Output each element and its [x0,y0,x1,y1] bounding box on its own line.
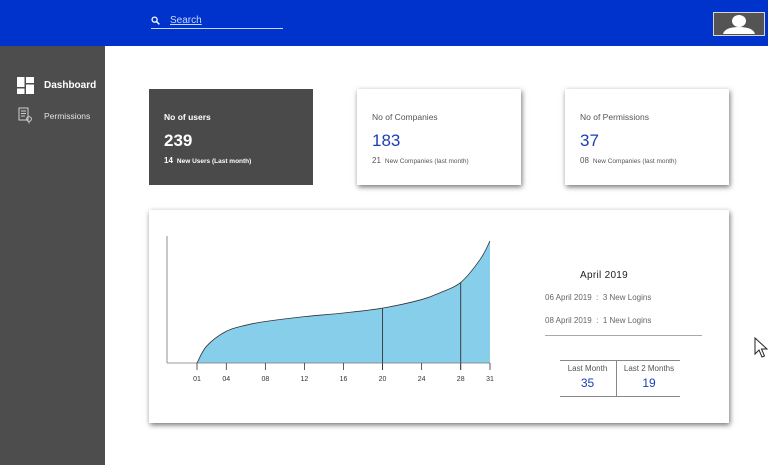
card-value: 239 [164,131,193,150]
search-icon [151,15,160,25]
card-title: No of users [164,112,211,122]
card-title: No of Companies [372,112,438,122]
stat-last-month: Last Month 35 [560,361,615,396]
login-entry: 08 April 2019 : 1 New Logins [545,316,651,325]
users-card: No of users 239 14 New Users (Last month) [149,89,313,185]
x-tick-label: 31 [486,376,494,383]
divider [545,335,702,336]
x-tick-label: 24 [418,376,426,383]
mouse-cursor-icon [754,337,768,358]
permissions-icon [18,107,32,124]
login-separator: : [596,293,599,302]
card-title: No of Permissions [580,112,649,122]
card-sub-label: New Companies (last month) [592,158,677,165]
dashboard-icon [17,77,34,94]
x-tick-label: 16 [340,376,348,383]
stat-value: 19 [642,376,656,390]
user-avatar-icon [723,15,755,34]
companies-card: No of Companies 183 21 New Companies (las… [357,89,521,185]
card-sub-count: 14 [164,156,173,165]
user-avatar-button[interactable] [713,12,765,36]
card-subtext: 14 New Users (Last month) [164,156,251,165]
login-entry: 06 April 2019 : 3 New Logins [545,293,651,302]
detail-title: April 2019 [580,270,629,281]
login-separator: : [596,316,599,325]
card-subtext: 08 New Companies (last month) [580,156,677,165]
login-text: 3 New Logins [602,293,652,302]
login-text: 1 New Logins [602,316,652,325]
login-date: 08 April 2019 [545,316,592,325]
card-value: 183 [372,131,401,150]
login-date: 06 April 2019 [545,293,592,302]
stat-label: Last 2 Months [623,364,675,373]
permissions-card: No of Permissions 37 08 New Companies (la… [565,89,729,185]
login-stats-table: Last Month 35 Last 2 Months 19 [560,360,680,397]
area-series-fill [197,241,490,363]
x-tick-label: 04 [222,376,230,383]
card-sub-label: New Users (Last month) [176,158,252,165]
activity-panel: 01 04 08 12 16 20 24 28 31 April 2019 06 April 2… [149,210,729,423]
search-box[interactable] [151,12,283,29]
sidebar-item-label: Dashboard [44,80,97,91]
x-tick-label: 12 [301,376,309,383]
activity-area-chart: 01 04 08 12 16 20 24 28 31 [166,236,494,383]
card-sub-label: New Companies (last month) [384,158,469,165]
sidebar: Dashboard Permissions [0,46,105,465]
card-subtext: 21 New Companies (last month) [372,156,469,165]
sidebar-item-permissions[interactable]: Permissions [0,104,105,128]
sidebar-item-dashboard[interactable]: Dashboard [0,74,105,98]
card-sub-count: 21 [372,156,381,165]
card-value: 37 [580,131,599,150]
x-tick-label: 20 [379,376,387,383]
sidebar-item-label: Permissions [44,111,91,121]
stat-value: 35 [580,376,595,390]
x-tick-label: 01 [193,376,201,383]
card-sub-count: 08 [580,156,589,165]
top-bar [0,0,768,46]
search-input[interactable] [170,13,283,27]
x-tick-label: 08 [261,376,269,383]
stat-label: Last Month [567,364,608,373]
x-tick-label: 28 [457,376,465,383]
stat-last-2-months: Last 2 Months 19 [616,361,681,396]
